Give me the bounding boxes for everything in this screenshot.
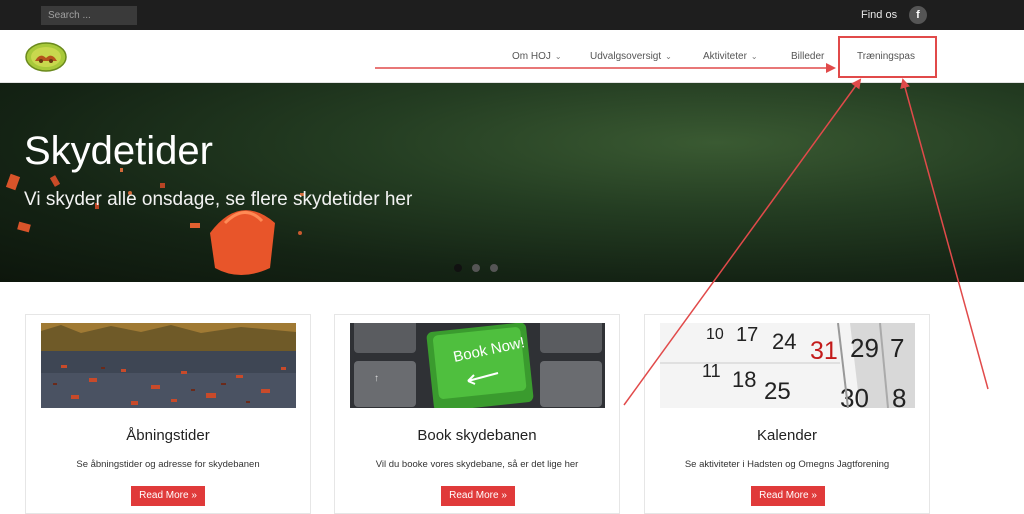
chevron-down-icon: ⌄ [665, 52, 672, 61]
facebook-icon[interactable]: f [909, 6, 927, 24]
nav-item-aktiviteter[interactable]: Aktiviteter ⌄ [703, 51, 758, 62]
nav-item-om-hoj[interactable]: Om HOJ ⌄ [512, 51, 562, 62]
calendar-number: 18 [732, 367, 756, 392]
calendar-number: 17 [736, 324, 758, 346]
hero-title: Skydetider [24, 129, 213, 173]
card-title: Kalender [756, 427, 818, 444]
hero-background-image [5, 168, 305, 275]
card-text: Se åbningstider og adresse for skydebane… [76, 459, 260, 470]
nav-item-label: Udvalgsoversigt [590, 51, 662, 62]
read-more-button[interactable]: Read More » [131, 486, 205, 506]
search-input[interactable] [41, 6, 137, 25]
find-us-label: Find os [861, 9, 898, 21]
svg-text:↑: ↑ [374, 373, 379, 384]
slider-dot-2[interactable] [472, 264, 480, 272]
nav-item-label: Om HOJ [512, 51, 551, 62]
card-title: Åbningstider [126, 427, 210, 444]
calendar-number: 25 [764, 378, 791, 405]
calendar-number: 11 [702, 361, 721, 381]
slider-dot-3[interactable] [490, 264, 498, 272]
card-text: Se aktiviteter i Hadsten og Omegns Jagtf… [684, 459, 890, 470]
calendar-number: 31 [810, 337, 838, 365]
keyboard-book-now-image: ↑ Book Now! [350, 323, 605, 408]
calendar-number: 24 [772, 329, 796, 354]
hero-subtitle: Vi skyder alle onsdage, se flere skydeti… [24, 189, 413, 210]
nav-item-billeder[interactable]: Billeder [791, 51, 824, 62]
clay-shards-image [41, 323, 296, 408]
site-header: Om HOJ ⌄ Udvalgsoversigt ⌄ Aktiviteter ⌄ Bi… [0, 30, 1024, 83]
chevron-down-icon: ⌄ [554, 52, 562, 61]
calendar-number: 7 [890, 333, 904, 363]
top-bar: Find os f [0, 0, 1024, 30]
card-title: Book skydebanen [417, 427, 537, 444]
calendar-image: 10 17 24 31 29 7 11 18 25 30 8 [660, 323, 915, 408]
calendar-number: 29 [850, 333, 879, 363]
calendar-number: 10 [706, 326, 724, 343]
read-more-button[interactable]: Read More » [441, 486, 515, 506]
card-aabningstider: Åbningstider Se åbningstider og adresse … [25, 314, 311, 514]
card-text: Vil du booke vores skydebane, så er det … [375, 459, 579, 470]
slider-dot-1[interactable] [454, 264, 462, 272]
nav-item-label: Aktiviteter [703, 51, 747, 62]
nav-item-udvalgsoversigt[interactable]: Udvalgsoversigt ⌄ [590, 51, 672, 62]
slider-dots [454, 259, 508, 277]
calendar-number: 8 [892, 383, 906, 408]
card-book-skydebanen: ↑ Book Now! Book skydebanen Vil du booke… [334, 314, 620, 514]
read-more-button[interactable]: Read More » [751, 486, 825, 506]
nav-item-label: Billeder [791, 51, 825, 62]
chevron-down-icon: ⌄ [750, 52, 758, 61]
calendar-number: 30 [840, 383, 869, 408]
club-logo[interactable] [25, 42, 67, 72]
hero-slider[interactable]: Skydetider Vi skyder alle onsdage, se fl… [0, 83, 1024, 282]
card-kalender: 10 17 24 31 29 7 11 18 25 30 8 Kalender … [644, 314, 930, 514]
annotation-highlight-box [838, 36, 937, 78]
